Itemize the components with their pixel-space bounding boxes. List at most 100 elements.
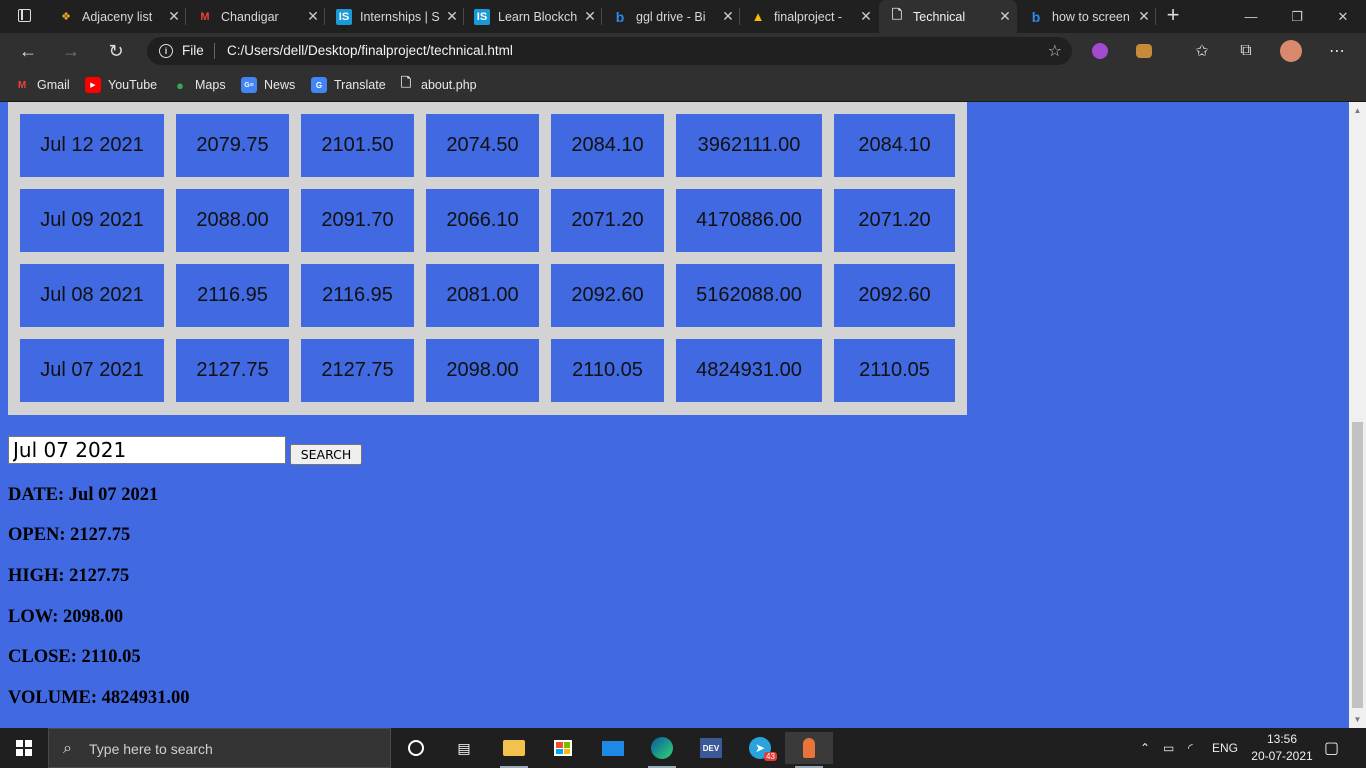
page-viewport: Jul 12 2021 2079.75 2101.50 2074.50 2084.10 3… [0, 102, 1366, 728]
table-cell: 3962111.00 [676, 114, 822, 177]
collections-icon[interactable]: ⧉ [1235, 40, 1257, 62]
file-explorer-button[interactable] [490, 732, 538, 768]
clock[interactable]: 13:56 20-07-2021 [1245, 731, 1319, 765]
mail-button[interactable] [589, 732, 637, 764]
scroll-down-icon[interactable]: ▼ [1349, 711, 1366, 728]
file-explorer-icon [502, 736, 526, 760]
page-icon: 🗋 [400, 75, 412, 90]
refresh-button[interactable]: ↻ [103, 38, 129, 64]
drive-icon: ▲ [751, 9, 765, 24]
dev-button[interactable]: DEV [687, 732, 735, 764]
telegram-button[interactable]: ➤ 43 [736, 732, 784, 764]
tab-0[interactable]: ❖ Adjaceny list ✕ [48, 0, 186, 33]
scrollbar-thumb[interactable] [1352, 422, 1363, 708]
info-icon[interactable]: i [159, 44, 173, 58]
table-cell: 2116.95 [176, 264, 289, 327]
result-close: CLOSE: 2110.05 [8, 647, 141, 667]
bookmarks-bar: M Gmail ▶ YouTube ● Maps G≡ News G Trans… [0, 69, 1366, 102]
add-favorite-icon[interactable]: ☆ [1048, 41, 1062, 61]
tab-3[interactable]: IS Learn Blockch ✕ [464, 0, 602, 33]
new-tab-button[interactable]: + [1161, 4, 1185, 28]
restore-button[interactable]: ❐ [1274, 0, 1320, 33]
close-tab-icon[interactable]: ✕ [162, 8, 186, 25]
paint-button[interactable] [785, 732, 833, 768]
close-tab-icon[interactable]: ✕ [301, 8, 325, 25]
bing-icon: b [1031, 8, 1041, 25]
tab-title: Chandigar [221, 9, 279, 24]
tab-1[interactable]: M Chandigar ✕ [187, 0, 325, 33]
notifications-icon[interactable]: ▢ [1324, 728, 1339, 768]
table-cell: 2116.95 [301, 264, 414, 327]
close-tab-icon[interactable]: ✕ [440, 8, 464, 25]
stock-table: Jul 12 2021 2079.75 2101.50 2074.50 2084.10 3… [8, 102, 967, 415]
tab-strip: ❖ Adjaceny list ✕ M Chandigar ✕ IS Inter… [0, 0, 1366, 33]
table-cell: 2127.75 [301, 339, 414, 402]
language-indicator[interactable]: ENG [1212, 728, 1238, 768]
minimize-button[interactable]: — [1228, 0, 1274, 33]
tab-title: Internships | S [360, 9, 440, 24]
close-tab-icon[interactable]: ✕ [993, 8, 1017, 25]
bookmark-translate[interactable]: G Translate [311, 76, 386, 94]
windows-icon [16, 740, 32, 756]
extension-icon[interactable] [1089, 40, 1111, 62]
back-button[interactable]: ← [15, 38, 41, 64]
bookmark-label: News [264, 78, 296, 92]
code-icon: ❖ [61, 11, 71, 23]
edge-button[interactable] [638, 732, 686, 768]
page-scrollbar[interactable]: ▲ ▼ [1349, 102, 1366, 728]
more-menu-icon[interactable]: ⋯ [1326, 40, 1348, 62]
table-cell: Jul 12 2021 [20, 114, 164, 177]
tab-4[interactable]: b ggl drive - Bi ✕ [602, 0, 740, 33]
table-cell: 2084.10 [834, 114, 955, 177]
address-bar[interactable]: i File C:/Users/dell/Desktop/finalprojec… [147, 37, 1072, 65]
profile-avatar[interactable] [1280, 40, 1302, 62]
tab-2[interactable]: IS Internships | S ✕ [326, 0, 464, 33]
close-tab-icon[interactable]: ✕ [1132, 8, 1156, 25]
search-icon: ⌕ [63, 740, 72, 757]
battery-icon[interactable]: ▭ [1163, 728, 1174, 768]
scroll-up-icon[interactable]: ▲ [1349, 102, 1366, 119]
close-window-button[interactable]: ✕ [1320, 0, 1366, 33]
bookmark-maps[interactable]: ● Maps [172, 76, 226, 94]
table-cell: 2074.50 [426, 114, 539, 177]
tab-6[interactable]: 🗋 Technical ✕ [879, 0, 1017, 33]
table-cell: 2066.10 [426, 189, 539, 252]
dev-icon: DEV [699, 736, 723, 760]
wifi-icon[interactable]: ◜ [1188, 728, 1193, 768]
bookmark-gmail[interactable]: M Gmail [14, 76, 70, 94]
search-button[interactable]: SEARCH [290, 444, 362, 465]
store-button[interactable] [539, 732, 587, 764]
table-cell: Jul 07 2021 [20, 339, 164, 402]
close-tab-icon[interactable]: ✕ [854, 8, 878, 25]
forward-button[interactable]: → [58, 38, 84, 64]
favorites-icon[interactable]: ✩ [1191, 40, 1213, 62]
task-view-icon: ▤ [457, 739, 471, 756]
table-cell: 5162088.00 [676, 264, 822, 327]
cortana-button[interactable] [392, 732, 440, 764]
table-cell: 2079.75 [176, 114, 289, 177]
close-tab-icon[interactable]: ✕ [716, 8, 740, 25]
tab-7[interactable]: b how to screen ✕ [1018, 0, 1156, 33]
telegram-badge: 43 [764, 752, 777, 761]
table-cell: 4824931.00 [676, 339, 822, 402]
start-button[interactable] [0, 728, 48, 768]
tab-actions-button[interactable] [0, 0, 48, 33]
bookmark-label: about.php [421, 78, 477, 92]
tab-title: Technical [913, 9, 966, 24]
taskbar-search-box[interactable]: ⌕ Type here to search [48, 728, 391, 768]
bookmark-news[interactable]: G≡ News [241, 76, 295, 94]
clock-time: 13:56 [1266, 732, 1298, 746]
tab-5[interactable]: ▲ finalproject - ✕ [740, 0, 878, 33]
close-tab-icon[interactable]: ✕ [578, 8, 602, 25]
url-text[interactable]: C:/Users/dell/Desktop/finalproject/techn… [227, 43, 513, 58]
extension-cat-icon[interactable] [1133, 40, 1155, 62]
clock-date: 20-07-2021 [1251, 749, 1313, 763]
task-view-button[interactable]: ▤ [440, 732, 488, 764]
cortana-icon [404, 736, 428, 760]
bookmark-about-php[interactable]: 🗋 about.php [398, 75, 477, 94]
translate-icon: G [311, 77, 327, 93]
taskbar: ⌕ Type here to search ▤ DEV ➤ 43 ⌃ ▭ ◜ EN… [0, 728, 1366, 768]
date-search-input[interactable] [8, 436, 286, 464]
bookmark-youtube[interactable]: ▶ YouTube [85, 76, 157, 94]
show-hidden-icons[interactable]: ⌃ [1140, 728, 1150, 768]
